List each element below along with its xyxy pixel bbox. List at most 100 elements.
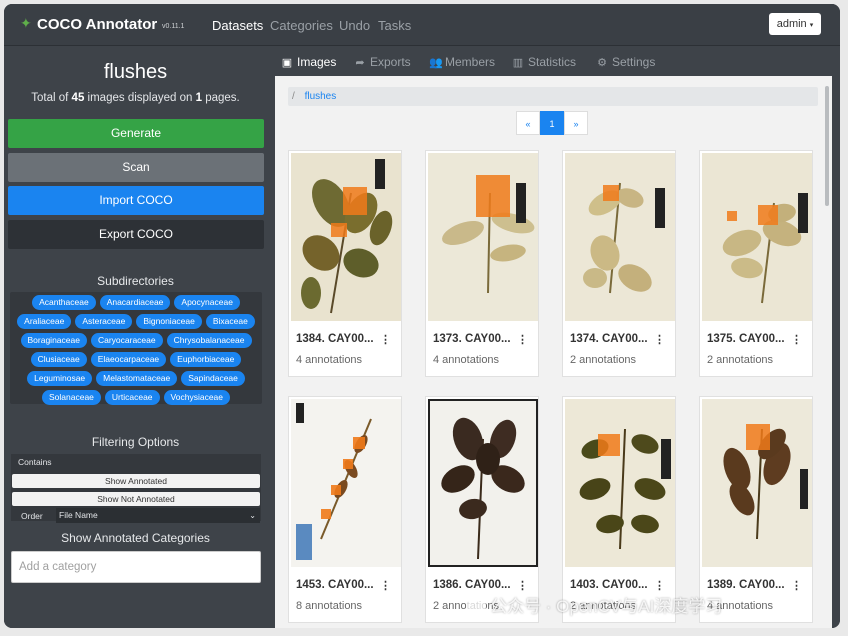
- subdirectory-tag[interactable]: Boraginaceae: [20, 333, 87, 348]
- tab-exports[interactable]: ➦ Exports: [354, 55, 411, 69]
- subdirectory-tag[interactable]: Sapindaceae: [181, 371, 245, 386]
- chevron-down-icon: ⌄: [249, 511, 256, 520]
- summary-suffix: pages.: [205, 92, 240, 104]
- subdirectory-tag[interactable]: Clusiaceae: [30, 352, 87, 367]
- image-title[interactable]: 1453. CAY00...: [296, 579, 374, 591]
- subdirectory-tag[interactable]: Elaeocarpaceae: [90, 352, 167, 367]
- more-options-icon[interactable]: ⋮: [791, 579, 802, 592]
- specimen-thumbnail[interactable]: [291, 399, 401, 567]
- pagination: « 1 »: [516, 111, 588, 135]
- more-options-icon[interactable]: ⋮: [380, 579, 391, 592]
- specimen-thumbnail[interactable]: [702, 153, 812, 321]
- more-options-icon[interactable]: ⋮: [791, 333, 802, 346]
- import-coco-button[interactable]: Import COCO: [8, 186, 264, 215]
- tab-statistics[interactable]: ▥ Statistics: [512, 55, 576, 69]
- main-panel: ▣ Images ➦ Exports 👥 Members ▥ Statistic…: [267, 46, 840, 628]
- subdirectory-tag[interactable]: Araliaceae: [17, 314, 72, 329]
- tab-settings[interactable]: ⚙ Settings: [596, 55, 655, 69]
- image-card[interactable]: 1453. CAY00... ⋮ 8 annotations: [288, 396, 402, 623]
- tab-exports-label: Exports: [370, 55, 411, 69]
- specimen-thumbnail[interactable]: [565, 153, 675, 321]
- subdirectory-tag[interactable]: Leguminosae: [27, 371, 93, 386]
- subdirectory-tag[interactable]: Euphorbiaceae: [170, 352, 242, 367]
- specimen-thumbnail[interactable]: [702, 399, 812, 567]
- subdirectory-tag[interactable]: Vochysiaceae: [163, 390, 230, 405]
- subdirectory-tag[interactable]: Caryocaraceae: [90, 333, 163, 348]
- more-options-icon[interactable]: ⋮: [517, 579, 528, 592]
- show-categories-heading: Show Annotated Categories: [61, 531, 210, 545]
- page-next-button[interactable]: »: [564, 111, 588, 135]
- tab-bar: ▣ Images ➦ Exports 👥 Members ▥ Statistic…: [267, 46, 840, 76]
- image-title[interactable]: 1403. CAY00...: [570, 579, 648, 591]
- image-card[interactable]: 1389. CAY00... ⋮ 4 annotations: [699, 396, 813, 623]
- subdirectory-tag[interactable]: Asteraceae: [75, 314, 133, 329]
- subdirectory-tag[interactable]: Acanthaceae: [32, 295, 96, 310]
- subdirectory-tag[interactable]: Melastomataceae: [96, 371, 178, 386]
- image-title[interactable]: 1389. CAY00...: [707, 579, 785, 591]
- subdirectory-tag[interactable]: Bixaceae: [205, 314, 255, 329]
- more-options-icon[interactable]: ⋮: [517, 333, 528, 346]
- image-card[interactable]: 1374. CAY00... ⋮ 2 annotations: [562, 150, 676, 377]
- more-options-icon[interactable]: ⋮: [654, 333, 665, 346]
- subdirectory-tag[interactable]: Apocynaceae: [174, 295, 240, 310]
- user-menu-button[interactable]: admin ▾: [769, 13, 821, 35]
- image-card[interactable]: 1373. CAY00... ⋮ 4 annotations: [425, 150, 539, 377]
- specimen-image: [291, 153, 401, 321]
- more-options-icon[interactable]: ⋮: [654, 579, 665, 592]
- order-select[interactable]: File Name ⌄: [56, 508, 260, 523]
- breadcrumb: / flushes: [288, 87, 818, 106]
- category-input[interactable]: [11, 551, 261, 583]
- more-options-icon[interactable]: ⋮: [380, 333, 391, 346]
- subdirectory-tag[interactable]: Urticaceae: [104, 390, 160, 405]
- logo-icon: ✦: [20, 15, 32, 31]
- specimen-thumbnail[interactable]: [291, 153, 401, 321]
- nav-undo[interactable]: Undo: [339, 18, 370, 33]
- subdirectory-tag[interactable]: Chrysobalanaceae: [166, 333, 252, 348]
- bar-chart-icon: ▥: [512, 56, 524, 69]
- breadcrumb-folder[interactable]: flushes: [305, 91, 337, 102]
- caret-down-icon: ▾: [809, 22, 814, 29]
- image-summary: Total of 45 images displayed on 1 pages.: [4, 92, 267, 104]
- nav-datasets[interactable]: Datasets: [212, 18, 263, 33]
- tab-statistics-label: Statistics: [528, 55, 577, 69]
- tab-members[interactable]: 👥 Members: [429, 55, 495, 69]
- annotation-count: 8 annotations: [296, 600, 363, 612]
- image-card[interactable]: 1375. CAY00... ⋮ 2 annotations: [699, 150, 813, 377]
- summary-prefix: Total of: [31, 92, 69, 104]
- subdirectory-tag[interactable]: Solanaceae: [42, 390, 101, 405]
- export-coco-button[interactable]: Export COCO: [8, 220, 264, 249]
- image-title[interactable]: 1374. CAY00...: [570, 333, 648, 345]
- nav-tasks[interactable]: Tasks: [378, 18, 411, 33]
- scan-button[interactable]: Scan: [8, 153, 264, 182]
- image-title[interactable]: 1373. CAY00...: [433, 333, 511, 345]
- image-title[interactable]: 1375. CAY00...: [707, 333, 785, 345]
- page-1-button[interactable]: 1: [540, 111, 564, 135]
- image-card[interactable]: 1386. CAY00... ⋮ 2 annotations: [425, 396, 539, 623]
- specimen-thumbnail[interactable]: [565, 399, 675, 567]
- scrollbar[interactable]: [825, 86, 829, 206]
- show-not-annotated-button[interactable]: Show Not Annotated: [12, 492, 260, 506]
- app-title[interactable]: COCO Annotator: [37, 16, 157, 33]
- summary-middle: images displayed on: [87, 92, 193, 104]
- tab-members-label: Members: [445, 55, 496, 69]
- watermark: 公众号 · OpenCV与AI深度学习: [466, 592, 722, 617]
- nav-categories[interactable]: Categories: [270, 18, 333, 33]
- page-prev-button[interactable]: «: [516, 111, 540, 135]
- specimen-image: [428, 153, 538, 321]
- tab-images[interactable]: ▣ Images: [281, 55, 337, 69]
- subdirectory-tag[interactable]: Anacardiaceae: [99, 295, 171, 310]
- image-title[interactable]: 1386. CAY00...: [433, 579, 511, 591]
- images-content: / flushes « 1 » 1384. CAY00... ⋮ 4 annot…: [275, 76, 832, 628]
- generate-button[interactable]: Generate: [8, 119, 264, 148]
- subdirectory-tag[interactable]: Bignoniaceae: [136, 314, 202, 329]
- image-card[interactable]: 1384. CAY00... ⋮ 4 annotations: [288, 150, 402, 377]
- specimen-image: [565, 153, 675, 321]
- image-count: 45: [71, 92, 85, 104]
- specimen-thumbnail[interactable]: [428, 153, 538, 321]
- specimen-thumbnail[interactable]: [428, 399, 538, 567]
- show-annotated-button[interactable]: Show Annotated: [12, 474, 260, 488]
- tab-settings-label: Settings: [612, 55, 656, 69]
- image-title[interactable]: 1384. CAY00...: [296, 333, 374, 345]
- image-card[interactable]: 1403. CAY00... ⋮ 2 annotations: [562, 396, 676, 623]
- wechat-icon: [466, 596, 486, 616]
